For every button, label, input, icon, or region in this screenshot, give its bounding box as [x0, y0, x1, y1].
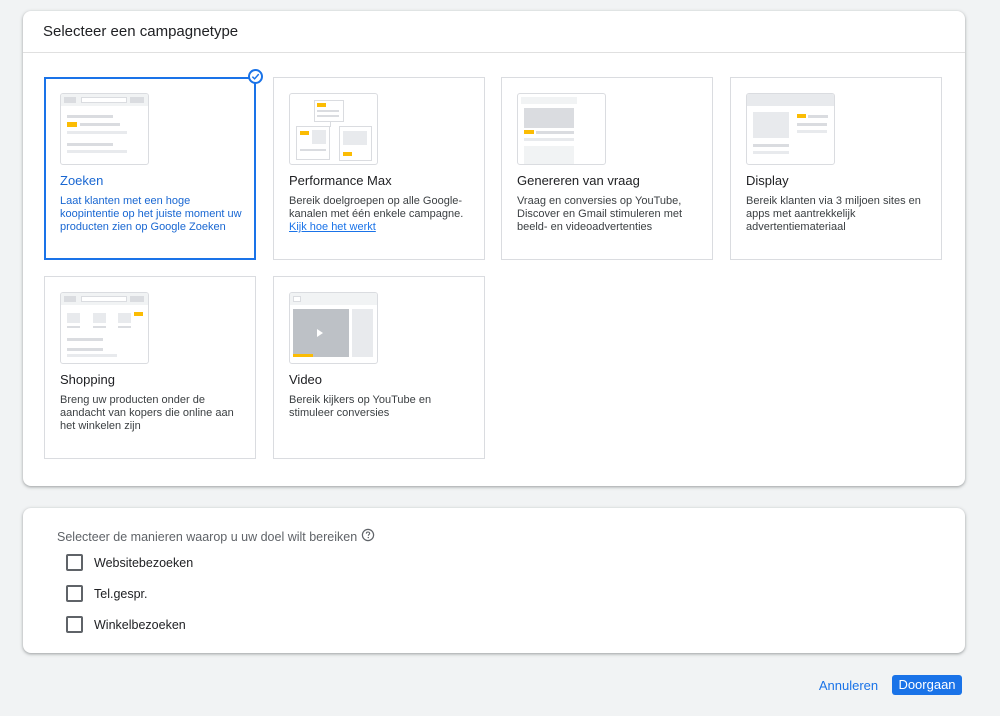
card-title: Performance Max — [289, 173, 392, 188]
card-description-text: Bereik doelgroepen op alle Google-kanale… — [289, 195, 464, 220]
card-description: Laat klanten met een hoge koopintentie o… — [60, 195, 242, 233]
checkbox[interactable] — [66, 554, 83, 571]
check-circle-icon — [248, 69, 263, 84]
checkbox-label: Winkelbezoeken — [94, 617, 186, 632]
cancel-button[interactable]: Annuleren — [814, 676, 883, 696]
card-title: Zoeken — [60, 173, 104, 188]
demand-gen-illustration — [517, 93, 606, 165]
card-description: Breng uw producten onder de aandacht van… — [60, 394, 234, 432]
display-illustration — [746, 93, 835, 165]
campaign-type-panel: Selecteer een campagnetype Zoeken Laat k… — [23, 11, 965, 486]
campaign-card-search[interactable]: Zoeken Laat klanten met een hoge koopint… — [44, 77, 256, 260]
checkbox-label: Websitebezoeken — [94, 555, 194, 570]
campaign-card-video[interactable]: Video Bereik kijkers op YouTube en stimu… — [273, 276, 485, 459]
play-icon — [317, 329, 323, 337]
video-illustration — [289, 292, 378, 364]
goal-option-website-visits[interactable]: Websitebezoeken — [66, 554, 193, 571]
divider — [23, 52, 965, 53]
card-description: Vraag en conversies op YouTube, Discover… — [517, 195, 683, 233]
checkbox[interactable] — [66, 616, 83, 633]
shopping-illustration — [60, 292, 149, 364]
card-description: Bereik klanten via 3 miljoen sites en ap… — [746, 195, 921, 233]
learn-more-link[interactable]: Kijk hoe het werkt — [289, 221, 376, 233]
card-title: Shopping — [60, 372, 115, 387]
search-illustration — [60, 93, 149, 165]
card-title: Genereren van vraag — [517, 173, 640, 188]
card-description: Bereik kijkers op YouTube en stimuleer c… — [289, 394, 432, 419]
campaign-goals-panel: Selecteer de manieren waarop u uw doel w… — [23, 508, 965, 653]
continue-button[interactable]: Doorgaan — [892, 675, 962, 695]
campaign-card-display[interactable]: Display Bereik klanten via 3 miljoen sit… — [730, 77, 942, 260]
goal-option-store-visits[interactable]: Winkelbezoeken — [66, 616, 186, 633]
card-description: Bereik doelgroepen op alle Google-kanale… — [289, 195, 474, 234]
help-circle-icon[interactable] — [361, 528, 375, 542]
performance-max-illustration — [289, 93, 378, 165]
campaign-card-shopping[interactable]: Shopping Breng uw producten onder de aan… — [44, 276, 256, 459]
campaign-card-demand-gen[interactable]: Genereren van vraag Vraag en conversies … — [501, 77, 713, 260]
card-title: Display — [746, 173, 789, 188]
checkbox-label: Tel.gespr. — [94, 586, 148, 601]
campaign-card-performance-max[interactable]: Performance Max Bereik doelgroepen op al… — [273, 77, 485, 260]
panel-title: Selecteer een campagnetype — [43, 23, 239, 40]
card-title: Video — [289, 372, 323, 387]
goal-option-phone-calls[interactable]: Tel.gespr. — [66, 585, 148, 602]
checkbox[interactable] — [66, 585, 83, 602]
goals-label: Selecteer de manieren waarop u uw doel w… — [57, 530, 358, 544]
